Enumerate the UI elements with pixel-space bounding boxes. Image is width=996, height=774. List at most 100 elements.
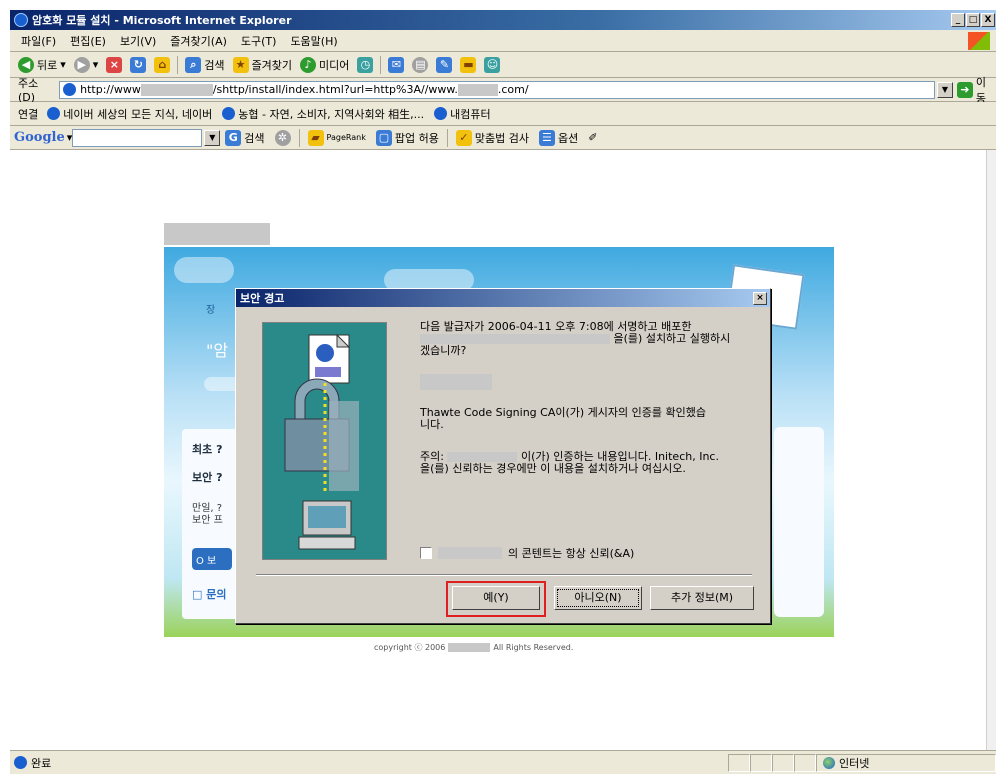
pagerank-indicator[interactable]: ▰ PageRank <box>303 129 371 146</box>
ie-icon <box>14 13 28 27</box>
menu-tools[interactable]: 도구(T) <box>234 33 284 49</box>
menu-favorites[interactable]: 즐겨찾기(A) <box>163 33 234 49</box>
status-cell <box>728 753 750 772</box>
highlight-button[interactable]: ✐ <box>583 131 602 144</box>
google-search-button[interactable]: G 검색 <box>220 129 269 146</box>
spell-check-label: 맞춤법 검사 <box>474 131 529 145</box>
redacted-header <box>164 223 270 245</box>
search-button[interactable]: ⌕ 검색 <box>181 56 228 73</box>
discuss-button[interactable]: ▬ <box>456 56 480 73</box>
maximize-button[interactable]: □ <box>966 13 980 27</box>
panel-title: 최초 ? <box>192 443 223 456</box>
back-button[interactable]: ◀ 뒤로 ▾ <box>14 56 70 73</box>
redacted-publisher <box>420 374 492 390</box>
spell-check-button[interactable]: ✓ 맞춤법 검사 <box>451 129 534 146</box>
google-g-icon: G <box>225 129 242 146</box>
mail-button[interactable]: ✉ <box>384 56 408 73</box>
vertical-scrollbar[interactable] <box>986 150 996 750</box>
menubar: 파일(F) 편집(E) 보기(V) 즐겨찾기(A) 도구(T) 도움말(H) <box>10 30 996 52</box>
dialog-title: 보안 경고 <box>240 292 285 305</box>
search-icon: ⌕ <box>185 56 202 73</box>
status-text: 완료 <box>31 756 52 770</box>
forward-button[interactable]: ▶ ▾ <box>70 56 103 73</box>
dialog-verified-line: 니다. <box>420 418 444 431</box>
menu-file[interactable]: 파일(F) <box>14 33 63 49</box>
refresh-button[interactable]: ↻ <box>126 56 150 73</box>
zone-label: 인터넷 <box>839 756 870 770</box>
dialog-verified-line: Thawte Code Signing CA이(가) 게시자의 인증를 확인했습 <box>420 406 706 419</box>
star-icon: ★ <box>232 56 249 73</box>
pencil-icon: ✐ <box>588 131 598 144</box>
mail-icon: ✉ <box>388 56 405 73</box>
menu-edit[interactable]: 편집(E) <box>63 33 113 49</box>
home-button[interactable]: ⌂ <box>150 56 174 73</box>
options-button[interactable]: ☰ 옵션 <box>534 129 583 146</box>
inquiry-link[interactable]: □ 문의 <box>192 586 226 602</box>
google-search-dropdown[interactable]: ▼ <box>204 129 221 146</box>
cloud-decoration <box>174 257 234 283</box>
spellcheck-icon: ✓ <box>455 129 472 146</box>
menu-help[interactable]: 도움말(H) <box>283 33 344 49</box>
google-search-input[interactable] <box>72 128 203 147</box>
popup-icon: ▢ <box>375 129 392 146</box>
toolbar-separator <box>298 128 300 147</box>
google-logo[interactable]: Google <box>14 130 67 145</box>
google-news-button[interactable]: ✲ <box>270 129 296 146</box>
back-arrow-icon: ◀ <box>18 56 34 73</box>
security-warning-dialog: 보안 경고 × 다음 발급자가 2006-04-11 오후 7:08에 서명하고… <box>235 288 771 624</box>
link-nonghyup[interactable]: 농협 - 자연, 소비자, 지역사회와 相生,... <box>217 106 429 122</box>
options-icon: ☰ <box>538 129 555 146</box>
no-button[interactable]: 아니오(N) <box>554 586 642 610</box>
window-title: 암호화 모듈 설치 - Microsoft Internet Explorer <box>32 14 292 27</box>
more-info-button[interactable]: 추가 정보(M) <box>650 586 754 610</box>
pagerank-label: PageRank <box>326 133 366 142</box>
links-label: 연결 <box>18 107 39 121</box>
messenger-button[interactable]: ☺ <box>480 56 504 73</box>
favorites-button[interactable]: ★ 즐겨찾기 <box>229 56 296 73</box>
popup-allow-button[interactable]: ▢ 팝업 허용 <box>371 129 444 146</box>
address-input[interactable]: http://www /shttp/install/index.html?url… <box>59 80 935 99</box>
history-icon: ◷ <box>357 56 374 73</box>
side-card <box>774 427 824 617</box>
print-icon: ▤ <box>412 56 429 73</box>
copyright-text: copyright ⓒ 2006 All Rights Reserved. <box>374 642 573 653</box>
link-naver[interactable]: 네이버 세상의 모든 지식, 네이버 <box>42 106 217 122</box>
always-trust-checkbox[interactable] <box>420 547 432 559</box>
status-bar: 완료 인터넷 <box>10 750 996 774</box>
dialog-note-line: 을(를) 신뢰하는 경우에만 이 내용을 설치하거나 여십시오. <box>420 462 686 475</box>
menu-view[interactable]: 보기(V) <box>113 33 163 49</box>
toolbar-separator <box>446 128 448 147</box>
stop-button[interactable]: × <box>102 56 126 73</box>
url-part-3: .com/ <box>497 83 529 96</box>
panel-action-button[interactable]: O 보 <box>192 548 232 570</box>
link-my-computer[interactable]: 내컴퓨터 <box>429 106 495 122</box>
redacted-block <box>447 452 518 462</box>
link-nonghyup-label: 농협 - 자연, 소비자, 지역사회와 相生,... <box>238 107 425 121</box>
google-toolbar: Google ▾ ▼ G 검색 ✲ ▰ PageRank ▢ 팝업 허용 ✓ 맞… <box>10 126 996 150</box>
go-button[interactable]: ➜ 이동 <box>956 74 996 106</box>
media-button[interactable]: ♪ 미디어 <box>296 56 353 73</box>
media-icon: ♪ <box>300 56 317 73</box>
google-search-label: 검색 <box>244 131 265 145</box>
go-arrow-icon: ➜ <box>956 81 973 98</box>
zone-indicator[interactable]: 인터넷 <box>816 753 996 772</box>
dialog-message-line: 겠습니까? <box>420 344 467 357</box>
edit-button[interactable]: ✎ <box>432 56 456 73</box>
minimize-button[interactable]: _ <box>951 13 965 27</box>
dialog-close-button[interactable]: × <box>753 291 767 305</box>
close-button[interactable]: X <box>981 13 995 27</box>
media-label: 미디어 <box>319 58 350 72</box>
redacted-block <box>457 83 498 96</box>
history-button[interactable]: ◷ <box>353 56 377 73</box>
print-button[interactable]: ▤ <box>408 56 432 73</box>
search-label: 검색 <box>204 58 225 72</box>
stop-icon: × <box>106 56 123 73</box>
chevron-down-icon: ▾ <box>92 58 99 71</box>
page-icon <box>434 107 448 120</box>
dialog-divider <box>256 574 752 576</box>
redacted-block <box>438 547 502 559</box>
address-bar: 주소(D) http://www /shttp/install/index.ht… <box>10 76 996 105</box>
address-dropdown-button[interactable]: ▼ <box>937 81 953 98</box>
home-icon: ⌂ <box>154 56 171 73</box>
messenger-icon: ☺ <box>484 56 501 73</box>
